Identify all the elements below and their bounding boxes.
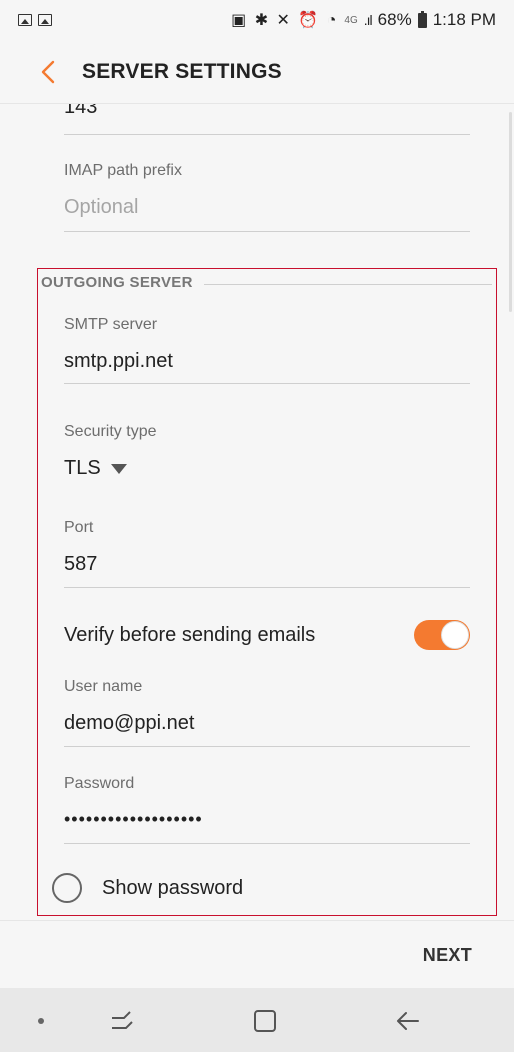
back-arrow-icon[interactable] [392,1008,422,1034]
show-password-row[interactable]: Show password [52,873,243,903]
notification-icons [18,14,52,26]
verify-before-sending-toggle[interactable] [414,620,470,650]
section-header-outgoing: OUTGOING SERVER [41,274,193,291]
next-button[interactable]: NEXT [423,945,472,966]
signal-icon: .ıl [363,12,373,28]
status-icons: ▣ ✱ ✕ ⏰ ◔ [231,12,339,29]
show-password-checkbox[interactable] [52,873,82,903]
network-type: 4G [344,14,358,26]
imap-prefix-field[interactable]: IMAP path prefix Optional [64,162,470,219]
settings-content[interactable]: 143 IMAP path prefix Optional OUTGOING S… [0,104,514,920]
smtp-server-input[interactable]: smtp.ppi.net [64,350,470,373]
smtp-server-label: SMTP server [64,316,158,333]
username-label: User name [64,678,143,695]
chevron-left-icon[interactable] [28,52,68,92]
password-field[interactable]: Password ••••••••••••••••••• [64,775,470,830]
port-label: Port [64,519,94,536]
section-divider [204,284,492,285]
security-type-dropdown[interactable]: TLS [64,457,470,480]
imap-prefix-label: IMAP path prefix [64,162,182,179]
security-type-label: Security type [64,423,157,440]
gallery-notification-icon [38,14,52,26]
username-field[interactable]: User name demo@ppi.net [64,678,470,735]
password-input[interactable]: ••••••••••••••••••• [64,809,470,830]
battery-percent: 68% [377,10,412,29]
navigation-bar [0,988,514,1052]
toggle-knob [441,621,469,649]
verify-before-sending-row[interactable]: Verify before sending emails [64,618,470,652]
nav-dot-icon[interactable] [38,1018,44,1024]
divider [64,587,470,588]
divider [64,746,470,747]
page-title: SERVER SETTINGS [82,59,282,83]
show-password-label: Show password [102,876,244,899]
dropdown-arrow-icon [110,463,127,474]
battery-icon [417,10,427,28]
divider [64,843,470,844]
verify-before-sending-label: Verify before sending emails [64,623,316,646]
security-type-field[interactable]: Security type TLS [64,423,470,480]
footer: NEXT [0,920,514,988]
scrollbar[interactable] [509,112,512,312]
password-label: Password [64,775,135,792]
imap-prefix-input[interactable]: Optional [64,196,470,219]
port-input[interactable]: 587 [64,553,470,576]
divider [64,134,470,135]
gallery-notification-icon [18,14,32,26]
smtp-server-field[interactable]: SMTP server smtp.ppi.net [64,316,470,373]
security-type-value: TLS [64,457,101,479]
app-bar: SERVER SETTINGS [0,40,514,104]
home-icon[interactable] [250,1008,280,1034]
incoming-port-value[interactable]: 143 [64,104,470,119]
incoming-port-field[interactable]: 143 [64,104,470,119]
status-bar: ▣ ✱ ✕ ⏰ ◔ 4G .ıl 68% 1:18 PM [0,0,514,40]
username-input[interactable]: demo@ppi.net [64,712,470,735]
status-right: ▣ ✱ ✕ ⏰ ◔ 4G .ıl 68% 1:18 PM [231,10,496,30]
divider [64,383,470,384]
port-field[interactable]: Port 587 [64,519,470,576]
clock: 1:18 PM [432,10,496,29]
recents-icon[interactable] [108,1008,138,1034]
divider [64,231,470,232]
